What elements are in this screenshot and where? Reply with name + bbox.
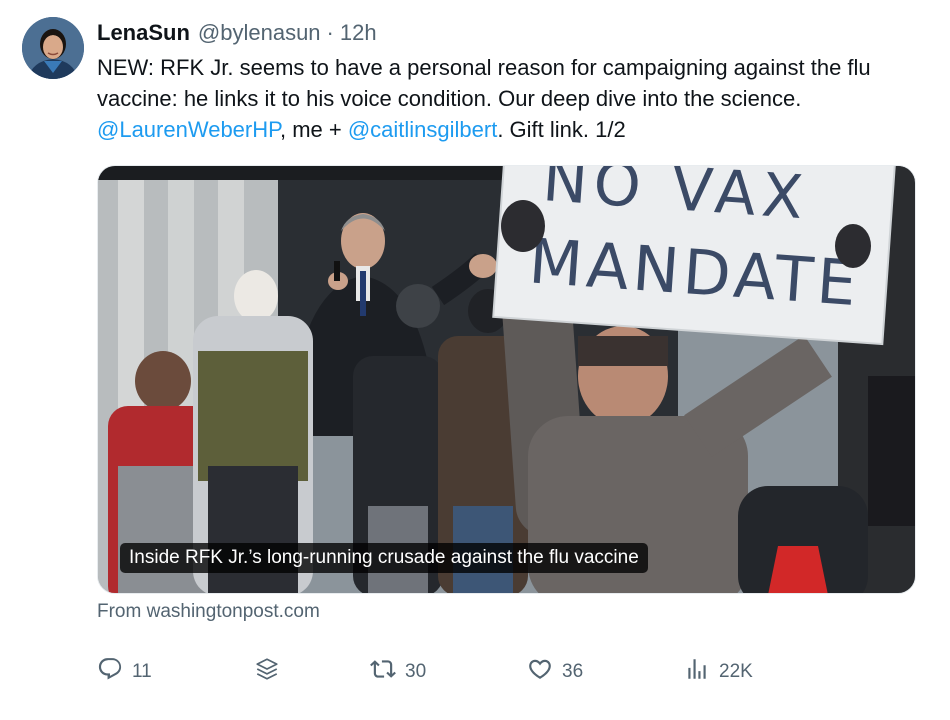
- stack-icon: [254, 656, 280, 688]
- tweet-text-part: NEW: RFK Jr. seems to have a personal re…: [97, 55, 871, 111]
- display-name[interactable]: LenaSun: [97, 20, 190, 46]
- timestamp[interactable]: 12h: [340, 20, 377, 46]
- mention-laurenweber[interactable]: @LaurenWeberHP: [97, 117, 280, 142]
- tweet-text: NEW: RFK Jr. seems to have a personal re…: [97, 52, 932, 145]
- reply-button[interactable]: 11: [97, 652, 152, 692]
- mention-caitlinsgilbert[interactable]: @caitlinsgilbert: [348, 117, 498, 142]
- retweet-icon: [370, 656, 396, 688]
- like-icon: [527, 656, 553, 688]
- tweet: LenaSun @bylenasun · 12h NEW: RFK Jr. se…: [0, 0, 950, 720]
- views-icon: [684, 656, 710, 688]
- separator-dot: ·: [326, 20, 334, 45]
- link-source[interactable]: From washingtonpost.com: [97, 601, 320, 623]
- link-card-image[interactable]: NO VAX MANDATE Inside RFK Jr.’s long-run…: [97, 165, 916, 594]
- like-count: 36: [562, 661, 584, 682]
- tweet-text-part: , me +: [279, 117, 348, 142]
- user-handle[interactable]: @bylenasun: [198, 20, 321, 46]
- views-button[interactable]: 22K: [684, 652, 753, 692]
- article-photo: NO VAX MANDATE: [98, 166, 915, 593]
- article-caption: Inside RFK Jr.’s long-running crusade ag…: [120, 543, 648, 573]
- stack-button[interactable]: [254, 652, 280, 692]
- reply-icon: [97, 656, 123, 688]
- retweet-button[interactable]: 30: [370, 652, 426, 692]
- reply-count: 11: [132, 661, 152, 682]
- tweet-text-part: . Gift link. 1/2: [497, 117, 626, 142]
- retweet-count: 30: [405, 661, 427, 682]
- like-button[interactable]: 36: [527, 652, 583, 692]
- avatar[interactable]: [22, 17, 84, 79]
- tweet-header: LenaSun @bylenasun · 12h: [97, 18, 377, 48]
- views-count: 22K: [719, 661, 753, 682]
- action-bar: 11 30 36 22K: [97, 652, 877, 692]
